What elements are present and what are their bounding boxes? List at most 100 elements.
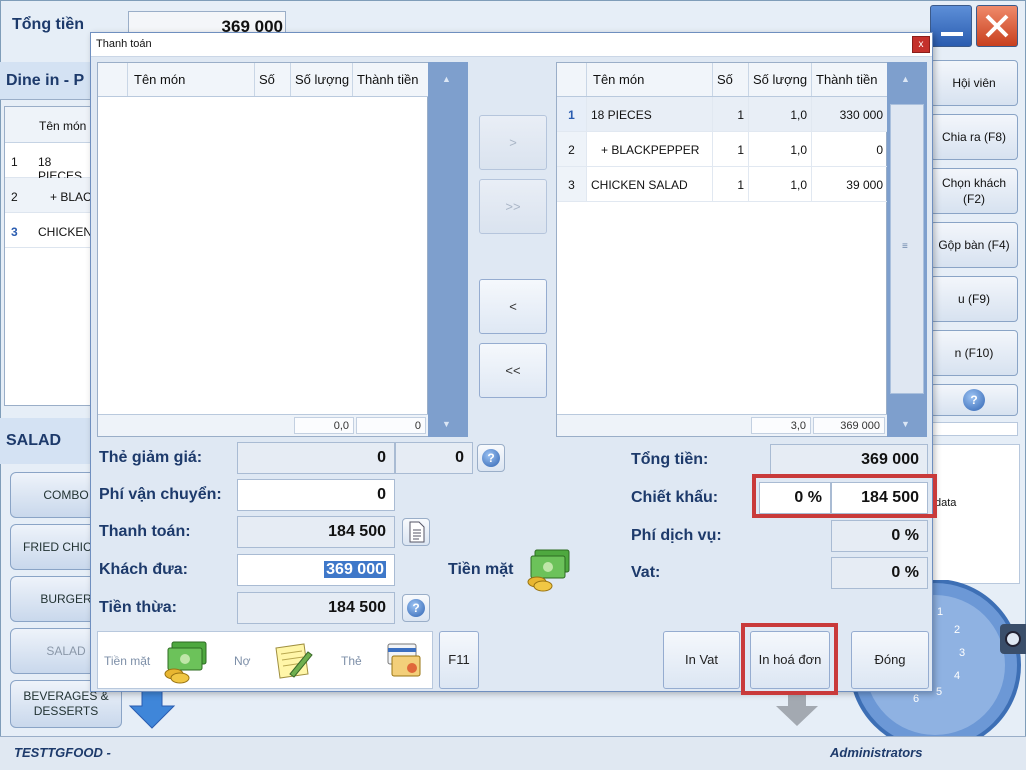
change-label: Tiền thừa: [99,599,177,616]
summary-total-value: 369 000 [770,444,928,476]
vat-field[interactable]: 0 % [831,557,928,589]
close-window-button[interactable] [976,5,1018,47]
row-name: 18 PIECES [587,97,713,131]
order-table-header-name: Tên món [39,119,87,133]
left-grid-scrollbar[interactable]: ▲ ▼ [428,62,468,437]
table-row[interactable]: 1 18 PIECES [5,143,95,183]
table-row[interactable]: 3 CHICKEN SALAD 1 1,0 39 000 [557,167,888,202]
discount-help-button[interactable]: ? [477,444,505,472]
payment-field[interactable]: 184 500 [237,516,395,548]
row-name: + BLACKPEPPER [587,132,713,166]
shipping-field[interactable]: 0 [237,479,395,511]
scroll-down-icon[interactable]: ▼ [901,419,910,429]
table-row[interactable]: 3 CHICKEN [5,213,95,248]
row-amount: 330 000 [812,97,888,131]
service-fee-label: Phí dịch vụ: [631,527,722,544]
discount-label: Chiết khấu: [631,489,719,506]
grip-icon: ≡ [902,241,908,252]
discount-card-field[interactable]: 0 [237,442,395,474]
dialog-titlebar: Thanh toán x [91,33,932,57]
customer-paid-label: Khách đưa: [99,561,188,578]
move-right-button[interactable]: > [479,115,547,170]
row-qty: 1,0 [749,132,812,166]
highlight-print-invoice [741,623,838,695]
cash-label: Tiền mặt [448,561,514,578]
row-qty: 1,0 [749,167,812,201]
move-all-right-button[interactable]: >> [479,179,547,234]
dialog-title: Thanh toán [96,38,152,50]
discount-card-field-2[interactable]: 0 [395,442,473,474]
method-card-label: Thẻ [341,654,362,668]
move-left-button[interactable]: < [479,279,547,334]
right-grid-footer-qty: 3,0 [751,417,811,434]
table-row[interactable]: 1 18 PIECES 1 1,0 330 000 [557,97,888,132]
choose-customer-button[interactable]: Chọn khách (F2) [930,168,1018,214]
left-grid-footer-qty: 0,0 [294,417,354,434]
dialog-close-button[interactable]: x [912,36,930,53]
help-icon: ? [482,449,500,467]
left-items-grid: Tên món Số Số lượng Thành tiền 0,0 0 [97,62,429,437]
row-name: CHICKEN [38,225,93,239]
right-grid-header: Tên món Số Số lượng Thành tiền [557,63,888,97]
right-grid-col-amount: Thành tiền [812,63,888,96]
scroll-up-icon[interactable]: ▲ [901,74,910,84]
help-icon: ? [407,599,425,617]
member-button[interactable]: Hội viên [930,60,1018,106]
right-grid-col-name: Tên món [587,63,713,96]
clock-number: 5 [936,686,943,698]
left-grid-col-name: Tên món [128,63,255,96]
card-icon[interactable] [382,640,426,682]
discount-card-label: Thẻ giảm giá: [99,449,203,466]
move-all-left-button[interactable]: << [479,343,547,398]
highlight-discount [752,474,937,518]
service-fee-field[interactable]: 0 % [831,520,928,552]
arrow-down-disabled-icon [776,692,818,726]
payment-detail-button[interactable] [402,518,430,546]
scroll-up-icon[interactable]: ▲ [442,74,451,84]
cash-money-icon[interactable] [525,546,573,592]
scroll-down-icon[interactable]: ▼ [442,419,451,429]
row-no: 2 [557,132,587,166]
right-grid-col-no: Số [713,63,749,96]
left-grid-col-no: Số [255,63,291,96]
row-no: 1 [11,155,18,169]
handle-icon [1005,631,1021,647]
category-title: SALAD [0,418,96,464]
row-qty: 1,0 [749,97,812,131]
right-grid-scrollbar[interactable]: ▲ ≡ ▼ [887,62,927,437]
customer-paid-field[interactable]: 369 000 [237,554,395,586]
arrow-down-icon[interactable] [128,690,178,730]
f11-button[interactable]: F11 [439,631,479,689]
right-items-grid: Tên món Số Số lượng Thành tiền 1 18 PIEC… [556,62,888,437]
vat-label: Vat: [631,564,661,581]
method-cash-label: Tiền mặt [104,654,151,668]
payment-dialog: Thanh toán x Tên món Số Số lượng Thành t… [90,32,937,695]
merge-table-button[interactable]: Gộp bàn (F4) [930,222,1018,268]
print-vat-button[interactable]: In Vat [663,631,740,689]
f10-button[interactable]: n (F10) [930,330,1018,376]
status-store: TESTTGFOOD - [14,745,111,760]
table-row[interactable]: 2 + BLACKPEPPER 1 1,0 0 [557,132,888,167]
table-row[interactable]: 2 + BLAC [5,178,95,213]
row-num: 1 [713,167,749,201]
help-button[interactable]: ? [930,384,1018,416]
status-user: Administrators [830,745,923,760]
info-strip [930,422,1018,436]
split-button[interactable]: Chia ra (F8) [930,114,1018,160]
row-amount: 0 [812,132,888,166]
scrollbar-thumb[interactable]: ≡ [890,104,924,394]
left-grid-col-qty: Số lượng [291,63,353,96]
side-handle[interactable] [1000,624,1026,654]
clock-number: 1 [937,606,944,618]
dine-in-header: Dine in - P [0,62,96,100]
change-field[interactable]: 184 500 [237,592,395,624]
debt-note-icon[interactable] [270,640,314,682]
clock-number: 3 [959,647,966,659]
right-grid-footer: 3,0 369 000 [557,414,888,436]
cash-method-icon[interactable] [162,638,210,684]
close-dialog-button[interactable]: Đóng [851,631,929,689]
minimize-button[interactable] [930,5,972,47]
f9-button[interactable]: u (F9) [930,276,1018,322]
change-help-button[interactable]: ? [402,594,430,622]
row-name: + BLAC [50,190,92,204]
